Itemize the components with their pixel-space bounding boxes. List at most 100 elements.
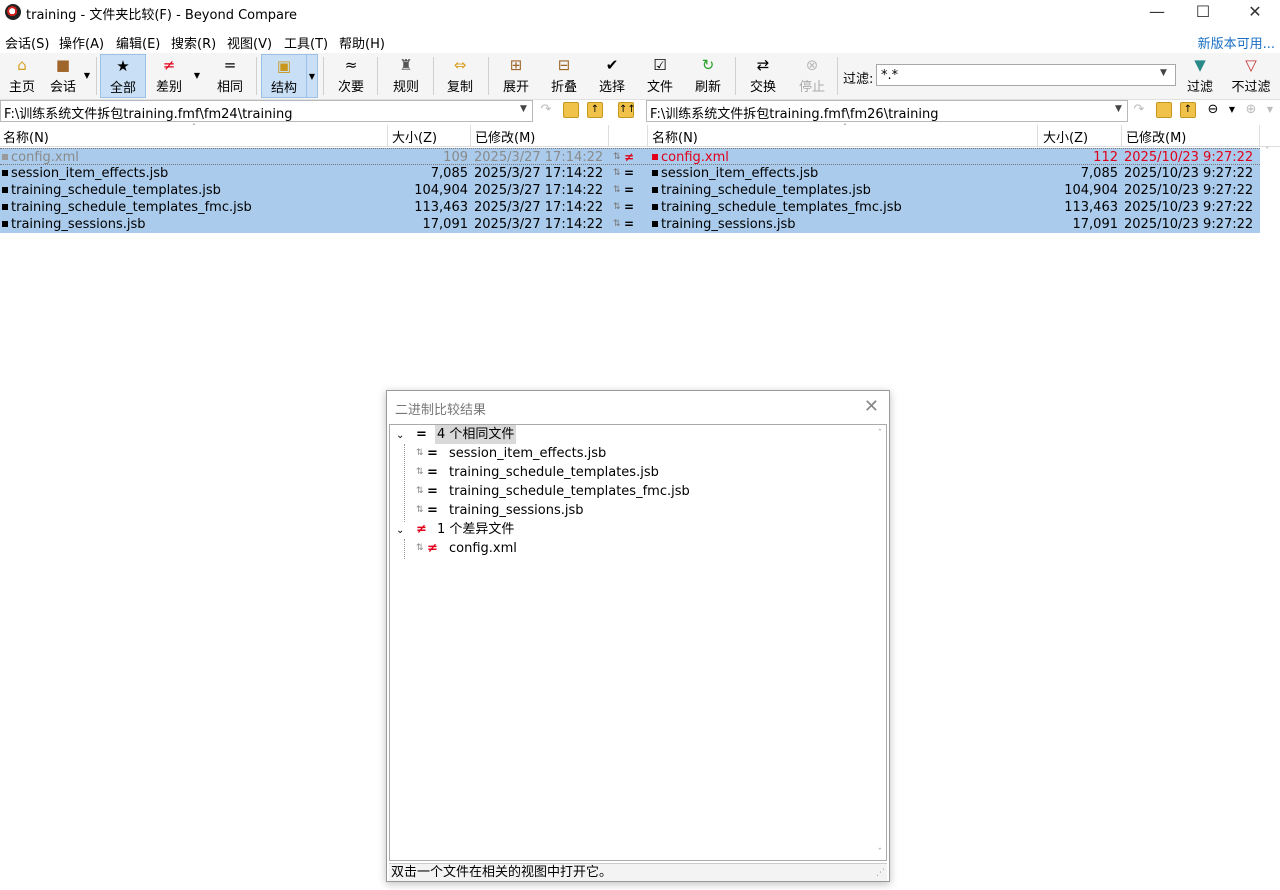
table-row[interactable]: training_schedule_templates.jsb 104,904 … bbox=[0, 182, 1260, 199]
close-button[interactable]: ✕ bbox=[1232, 0, 1278, 26]
maximize-button[interactable]: ☐ bbox=[1180, 0, 1226, 26]
table-row[interactable]: session_item_effects.jsb 7,085 2025/3/27… bbox=[0, 165, 1260, 182]
minimize-button[interactable]: — bbox=[1134, 0, 1180, 26]
right-browse-history-icon[interactable]: ↷ bbox=[1131, 102, 1147, 118]
session-dropdown[interactable]: ▼ bbox=[81, 54, 93, 98]
menu-session[interactable]: 会话(S) bbox=[5, 33, 49, 52]
right-size-header[interactable]: 大小(Z) bbox=[1043, 127, 1088, 146]
structure-dropdown[interactable]: ▼ bbox=[306, 54, 318, 98]
tree-group-diff[interactable]: ⌄ bbox=[396, 520, 404, 539]
column-divider[interactable] bbox=[387, 125, 388, 147]
tree-item-same-file[interactable]: training_schedule_templates_fmc.jsb bbox=[449, 482, 690, 501]
vertical-scrollbar[interactable]: ˆ bbox=[1260, 147, 1280, 890]
right-path-input[interactable]: F:\训练系统文件拆包training.fmf\fm26\training bbox=[646, 100, 1128, 122]
collapse-button[interactable]: ⊟ 折叠 bbox=[545, 54, 583, 98]
table-row[interactable]: config.xml 109 2025/3/27 17:14:22 ⇅ ≠ co… bbox=[0, 148, 1260, 165]
file-status-icon bbox=[652, 203, 658, 210]
left-modified-header[interactable]: 已修改(M) bbox=[475, 127, 535, 146]
file-status-icon bbox=[2, 220, 8, 227]
left-name-header[interactable]: 名称(N) bbox=[3, 127, 49, 146]
scroll-up-icon[interactable]: ˆ bbox=[878, 429, 883, 439]
right-path-dropdown-icon[interactable]: ▼ bbox=[1115, 104, 1122, 114]
table-row[interactable]: training_schedule_templates_fmc.jsb 113,… bbox=[0, 199, 1260, 216]
tree-group-same[interactable]: ⌄ bbox=[396, 425, 404, 444]
forward-icon[interactable]: ⊕ bbox=[1243, 102, 1259, 118]
right-name-header[interactable]: 名称(N) bbox=[652, 127, 698, 146]
structure-button[interactable]: ▣ 结构 bbox=[261, 54, 307, 98]
file-status-icon bbox=[2, 186, 8, 193]
tree-item-diff-file[interactable]: config.xml bbox=[449, 539, 517, 558]
diffs-dropdown[interactable]: ▼ bbox=[191, 54, 203, 98]
refresh-button[interactable]: ↻ 刷新 bbox=[689, 54, 727, 98]
filter-dropdown-icon[interactable]: ▼ bbox=[1160, 68, 1167, 78]
filter-input[interactable] bbox=[876, 64, 1176, 86]
left-size-header[interactable]: 大小(Z) bbox=[392, 127, 437, 146]
no-filter-button[interactable]: ▽ 不过滤 bbox=[1228, 54, 1274, 98]
copy-button[interactable]: ⇔ 复制 bbox=[441, 54, 479, 98]
left-browse-history-icon[interactable]: ↷ bbox=[538, 102, 554, 118]
column-divider[interactable] bbox=[1121, 125, 1122, 147]
same-group-label[interactable]: 4 个相同文件 bbox=[435, 425, 517, 444]
column-divider[interactable] bbox=[608, 125, 609, 147]
expand-button[interactable]: ⊞ 展开 bbox=[497, 54, 535, 98]
left-file-date: 2025/3/27 17:14:22 bbox=[474, 183, 604, 198]
right-file-date: 2025/10/23 9:27:22 bbox=[1124, 200, 1254, 215]
menu-action[interactable]: 操作(A) bbox=[59, 33, 104, 52]
column-divider[interactable] bbox=[470, 125, 471, 147]
menu-tools[interactable]: 工具(T) bbox=[284, 33, 328, 52]
left-parent-folder-icon[interactable]: ↑ bbox=[587, 102, 603, 118]
scroll-down-icon[interactable]: ˇ bbox=[878, 848, 883, 858]
binary-compare-dialog: 二进制比较结果 ✕ ˆ ˇ ⌄ = 4 个相同文件 ⇅ = session_it… bbox=[386, 390, 890, 882]
home-button[interactable]: ⌂ 主页 bbox=[4, 54, 40, 98]
right-file-name: training_sessions.jsb bbox=[652, 216, 796, 233]
new-version-link[interactable]: 新版本可用... bbox=[1198, 33, 1275, 52]
menu-help[interactable]: 帮助(H) bbox=[339, 33, 385, 52]
column-divider[interactable] bbox=[1259, 125, 1260, 147]
right-open-folder-icon[interactable] bbox=[1156, 102, 1172, 118]
left-file-size: 104,904 bbox=[414, 183, 468, 198]
left-path-input[interactable]: F:\训练系统文件拆包training.fmf\fm24\training bbox=[0, 100, 533, 122]
expanded-chevron-icon: ⌄ bbox=[396, 430, 405, 441]
diff-group-label[interactable]: 1 个差异文件 bbox=[437, 520, 514, 539]
toolbar-separator bbox=[433, 57, 434, 95]
left-path-dropdown-icon[interactable]: ▼ bbox=[520, 104, 527, 114]
column-divider[interactable] bbox=[647, 125, 648, 147]
compare-swap-icon: ⇅ bbox=[416, 486, 424, 496]
toolbar-separator bbox=[323, 57, 324, 95]
table-row[interactable]: training_sessions.jsb 17,091 2025/3/27 1… bbox=[0, 216, 1260, 233]
menu-edit[interactable]: 编辑(E) bbox=[116, 33, 160, 52]
filter-button[interactable]: ▼ 过滤 bbox=[1181, 54, 1219, 98]
file-status-icon bbox=[2, 153, 8, 160]
compare-swap-icon: ⇅ bbox=[613, 185, 621, 195]
scroll-up-icon[interactable]: ˆ bbox=[1265, 147, 1270, 157]
back-dropdown-icon[interactable]: ▼ bbox=[1224, 102, 1240, 118]
select-button[interactable]: ✔ 选择 bbox=[593, 54, 631, 98]
both-parent-folder-icon[interactable]: ↑↑ bbox=[618, 102, 636, 118]
resize-grip-icon[interactable]: ⋰ bbox=[876, 864, 885, 882]
session-button[interactable]: ■ 会话 bbox=[44, 54, 82, 98]
show-same-button[interactable]: = 相同 bbox=[210, 54, 250, 98]
files-button[interactable]: ☑ 文件 bbox=[641, 54, 679, 98]
swap-button[interactable]: ⇄ 交换 bbox=[744, 54, 782, 98]
tree-item-same-file[interactable]: session_item_effects.jsb bbox=[449, 444, 606, 463]
file-status-icon bbox=[2, 203, 8, 210]
stop-button[interactable]: ⊗ 停止 bbox=[793, 54, 831, 98]
column-divider[interactable] bbox=[1037, 125, 1038, 147]
equal-icon: = bbox=[427, 465, 438, 480]
right-modified-header[interactable]: 已修改(M) bbox=[1126, 127, 1186, 146]
forward-dropdown-icon[interactable]: ▼ bbox=[1262, 102, 1278, 118]
tree-item-same-file[interactable]: training_sessions.jsb bbox=[449, 501, 584, 520]
compare-swap-icon: ⇅ bbox=[416, 543, 424, 553]
right-parent-folder-icon[interactable]: ↑ bbox=[1180, 102, 1196, 118]
tree-item-same-file[interactable]: training_schedule_templates.jsb bbox=[449, 463, 659, 482]
show-all-button[interactable]: ★ 全部 bbox=[100, 54, 146, 98]
show-diffs-button[interactable]: ≠ 差别 bbox=[150, 54, 188, 98]
menu-search[interactable]: 搜索(R) bbox=[171, 33, 216, 52]
menu-view[interactable]: 视图(V) bbox=[227, 33, 272, 52]
rules-button[interactable]: ♜ 规则 bbox=[387, 54, 425, 98]
minor-button[interactable]: ≈ 次要 bbox=[332, 54, 370, 98]
left-file-size: 7,085 bbox=[430, 166, 468, 181]
left-open-folder-icon[interactable] bbox=[563, 102, 579, 118]
dialog-close-icon[interactable]: ✕ bbox=[864, 396, 879, 417]
back-icon[interactable]: ⊖ bbox=[1205, 102, 1221, 118]
